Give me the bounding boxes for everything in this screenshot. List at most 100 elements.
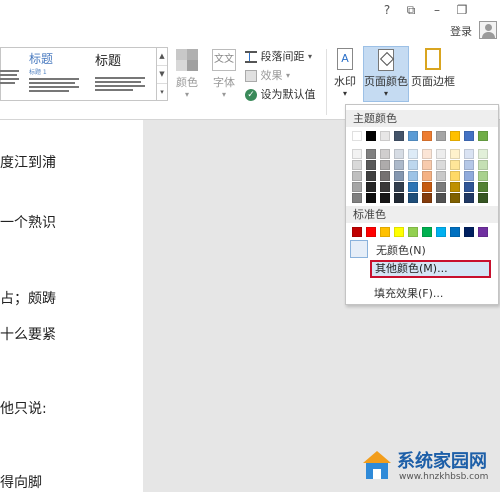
theme-shade-swatch[interactable] (408, 182, 418, 192)
theme-shade-swatch[interactable] (450, 193, 460, 203)
theme-shade-swatch[interactable] (478, 182, 488, 192)
standard-color-swatch[interactable] (464, 227, 474, 237)
theme-shade-swatch[interactable] (464, 160, 474, 170)
theme-shade-swatch[interactable] (380, 182, 390, 192)
standard-color-swatch[interactable] (422, 227, 432, 237)
theme-shade-swatch[interactable] (366, 160, 376, 170)
theme-color-swatch[interactable] (478, 131, 488, 141)
theme-color-swatch[interactable] (394, 131, 404, 141)
theme-shade-swatch[interactable] (352, 193, 362, 203)
theme-shade-swatch[interactable] (352, 182, 362, 192)
login-link[interactable]: 登录 (450, 23, 472, 39)
restore-button[interactable]: ❐ (453, 2, 471, 18)
watermark-button[interactable]: A 水印 ▾ (330, 48, 360, 98)
gallery-down-icon[interactable]: ▼ (157, 66, 167, 84)
standard-color-swatch[interactable] (408, 227, 418, 237)
page-borders-button[interactable]: 页面边框 (411, 48, 455, 89)
theme-shade-swatch[interactable] (464, 171, 474, 181)
theme-shade-swatch[interactable] (352, 171, 362, 181)
theme-shade-swatch[interactable] (464, 193, 474, 203)
standard-color-swatch[interactable] (394, 227, 404, 237)
gallery-scroll[interactable]: ▲ ▼ ▾ (156, 48, 167, 100)
theme-shade-swatch[interactable] (394, 149, 404, 159)
theme-color-swatch[interactable] (436, 131, 446, 141)
help-button[interactable]: ? (378, 2, 396, 18)
theme-shade-swatch[interactable] (478, 171, 488, 181)
style-thumb-1[interactable]: 标题 标题 1 (23, 50, 87, 96)
theme-shade-swatch[interactable] (352, 149, 362, 159)
set-as-default-button[interactable]: ✓ 设为默认值 (245, 86, 316, 104)
document-page[interactable]: 度江到浦 一个熟识 占；颇踌 十么要紧 他只说: 得向脚 (0, 120, 143, 492)
theme-shade-swatch[interactable] (366, 149, 376, 159)
theme-shade-swatch[interactable] (366, 193, 376, 203)
theme-shade-swatch[interactable] (436, 193, 446, 203)
theme-shade-swatch[interactable] (380, 149, 390, 159)
theme-color-swatch[interactable] (408, 131, 418, 141)
standard-color-swatch[interactable] (450, 227, 460, 237)
chevron-down-icon: ▾ (308, 52, 313, 61)
theme-shade-swatch[interactable] (408, 171, 418, 181)
theme-shade-swatch[interactable] (394, 171, 404, 181)
theme-shade-swatch[interactable] (408, 193, 418, 203)
avatar[interactable] (479, 21, 497, 39)
theme-shade-swatch[interactable] (436, 182, 446, 192)
theme-shade-swatch[interactable] (478, 149, 488, 159)
style-set-gallery: 标题 标题 1 标题 ▲ ▼ ▾ (0, 47, 168, 101)
theme-color-swatch[interactable] (352, 131, 362, 141)
theme-shade-swatch[interactable] (408, 160, 418, 170)
theme-color-swatch[interactable] (380, 131, 390, 141)
theme-shade-swatch[interactable] (352, 160, 362, 170)
theme-color-swatch[interactable] (464, 131, 474, 141)
theme-shade-swatch[interactable] (422, 193, 432, 203)
theme-shade-swatch[interactable] (366, 171, 376, 181)
theme-shade-swatch[interactable] (478, 160, 488, 170)
chevron-down-icon: ▾ (383, 89, 388, 98)
standard-color-swatch[interactable] (478, 227, 488, 237)
gallery-more-icon[interactable]: ▾ (157, 84, 167, 101)
theme-shade-swatch[interactable] (464, 182, 474, 192)
theme-shade-swatch[interactable] (394, 193, 404, 203)
style-thumb-2[interactable]: 标题 (89, 50, 153, 96)
theme-shade-swatch[interactable] (436, 171, 446, 181)
theme-shade-swatch[interactable] (366, 182, 376, 192)
fill-effects-item[interactable]: 填充效果(F)... (374, 285, 443, 301)
theme-shade-swatch[interactable] (422, 171, 432, 181)
standard-color-swatch[interactable] (380, 227, 390, 237)
theme-shade-swatch[interactable] (422, 160, 432, 170)
theme-shade-swatch[interactable] (380, 193, 390, 203)
ribbon-display-options-button[interactable]: ⧉ (402, 2, 420, 18)
more-colors-item[interactable]: 其他颜色(M)... (370, 260, 491, 278)
theme-shade-swatch[interactable] (394, 160, 404, 170)
theme-shade-swatch[interactable] (436, 160, 446, 170)
theme-shade-swatch[interactable] (380, 171, 390, 181)
theme-color-swatch[interactable] (422, 131, 432, 141)
minimize-button[interactable]: – (428, 2, 446, 18)
theme-shade-swatch[interactable] (450, 182, 460, 192)
theme-shade-swatch[interactable] (408, 149, 418, 159)
theme-shade-swatch[interactable] (394, 182, 404, 192)
theme-shade-swatch[interactable] (450, 171, 460, 181)
fonts-button[interactable]: 文文 字体 ▾ (210, 49, 238, 99)
colors-button[interactable]: 颜色 ▾ (174, 49, 200, 99)
theme-shade-swatch[interactable] (450, 149, 460, 159)
theme-shade-swatch[interactable] (478, 193, 488, 203)
document-line: 他只说: (0, 401, 47, 417)
gallery-up-icon[interactable]: ▲ (157, 48, 167, 66)
theme-shade-swatch[interactable] (464, 149, 474, 159)
theme-shade-swatch[interactable] (450, 160, 460, 170)
standard-color-swatch[interactable] (436, 227, 446, 237)
theme-shade-swatch[interactable] (422, 182, 432, 192)
site-watermark: 系统家园网 www.hnzkhbsb.com (355, 445, 500, 492)
theme-shade-swatch[interactable] (436, 149, 446, 159)
theme-color-swatch[interactable] (450, 131, 460, 141)
paragraph-spacing-button[interactable]: 段落间距 ▾ (245, 48, 312, 66)
standard-color-swatch[interactable] (352, 227, 362, 237)
theme-color-swatch[interactable] (366, 131, 376, 141)
theme-shade-swatch[interactable] (380, 160, 390, 170)
page-color-icon (378, 49, 395, 71)
effects-button[interactable]: 效果 ▾ (245, 67, 290, 85)
page-color-button[interactable]: 页面颜色 ▾ (363, 46, 409, 102)
theme-shade-swatch[interactable] (422, 149, 432, 159)
standard-color-swatch[interactable] (366, 227, 376, 237)
no-color-item[interactable]: 无颜色(N) (350, 240, 494, 258)
